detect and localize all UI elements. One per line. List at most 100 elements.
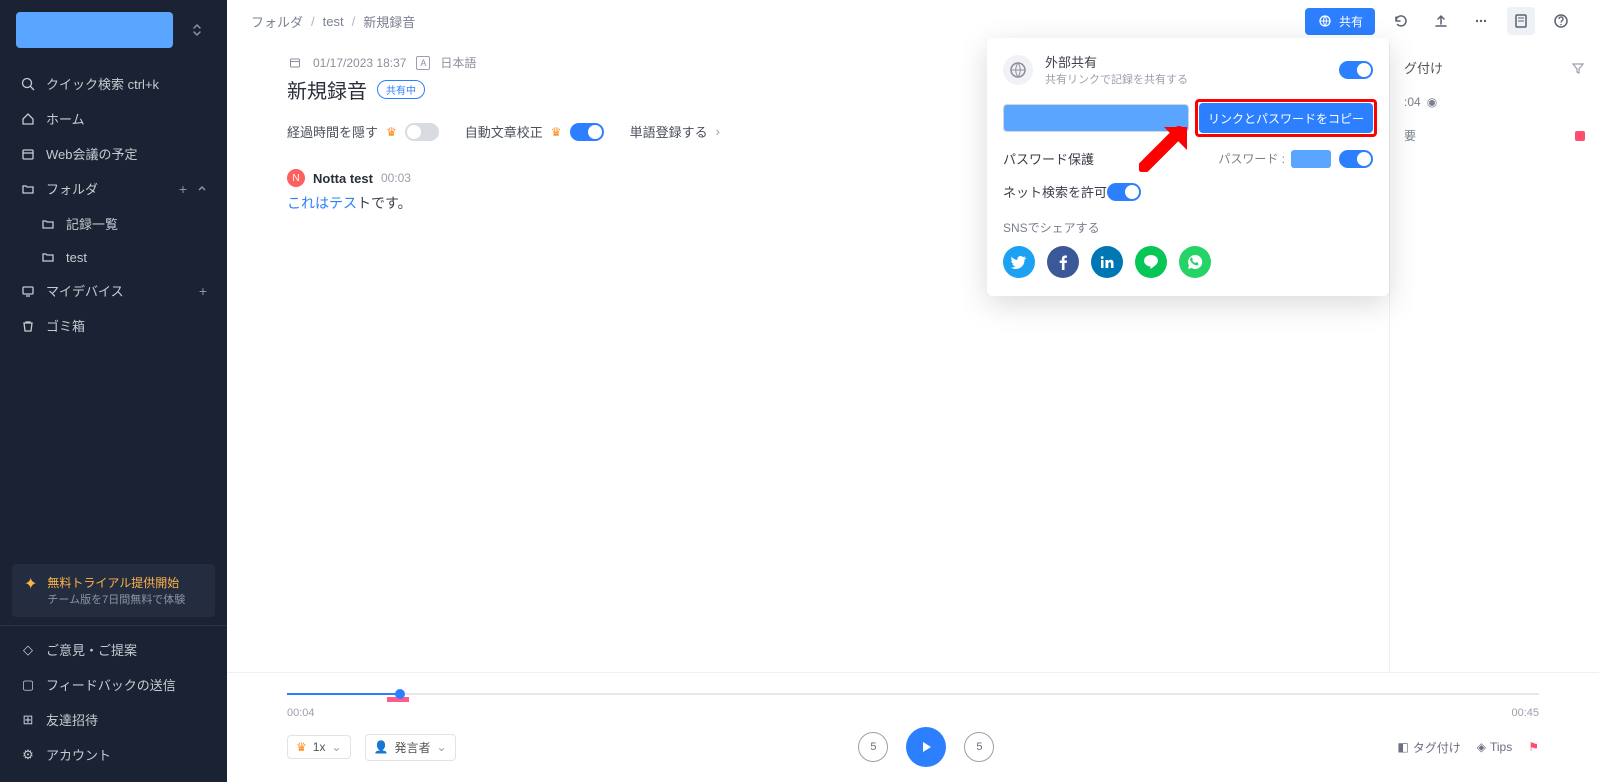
segment-time[interactable]: 00:03 (381, 171, 411, 185)
crumb-folder[interactable]: フォルダ (251, 12, 303, 31)
sidebar-item-meetings[interactable]: Web会議の予定 (8, 136, 219, 171)
help-icon[interactable] (1547, 7, 1575, 35)
password-value[interactable] (1291, 150, 1331, 168)
trash-label: ゴミ箱 (46, 316, 207, 335)
password-protect-label: パスワード保護 (1003, 149, 1094, 168)
external-share-sub: 共有リンクで記録を共有する (1045, 71, 1188, 87)
search-icon (20, 76, 36, 92)
sidebar-item-feedback[interactable]: ▢ フィードバックの送信 (8, 667, 219, 702)
share-linkedin-button[interactable] (1091, 246, 1123, 278)
datetime-text: 01/17/2023 18:37 (313, 56, 406, 70)
speed-button[interactable]: ♛ 1x ⌄ (287, 735, 351, 759)
more-icon[interactable] (1467, 7, 1495, 35)
time-current: 00:04 (287, 707, 315, 719)
globe-icon (1317, 13, 1333, 29)
share-button[interactable]: 共有 (1305, 8, 1375, 35)
toggle-external-share[interactable] (1339, 61, 1373, 79)
chevron-down-icon: ⌄ (331, 740, 341, 754)
notes-panel-icon[interactable] (1507, 7, 1535, 35)
toggle-hide-elapsed[interactable] (405, 123, 439, 141)
share-label: 共有 (1339, 13, 1363, 30)
toggle-allow-search[interactable] (1107, 183, 1141, 201)
sparkle-icon: ✦ (24, 574, 37, 607)
speaker-avatar[interactable]: N (287, 169, 305, 187)
flag-icon: ⚑ (1528, 740, 1539, 754)
workspace-switch-icon[interactable] (183, 12, 211, 48)
rewind-5-button[interactable]: 5 (858, 732, 888, 762)
sns-share-label: SNSでシェアする (1003, 219, 1373, 236)
invite-label: 友達招待 (46, 710, 207, 729)
add-folder-icon[interactable]: + (179, 181, 187, 197)
share-link-input[interactable] (1003, 104, 1189, 132)
breadcrumb: フォルダ / test / 新規録音 (251, 12, 415, 31)
sidebar: クイック検索 ctrl+k ホーム Web会議の予定 フォルダ + 記録一覧 t… (0, 0, 227, 782)
sidebar-item-test[interactable]: test (8, 241, 219, 273)
flag-button[interactable]: ⚑ (1528, 740, 1539, 754)
share-twitter-button[interactable] (1003, 246, 1035, 278)
lang-text[interactable]: 日本語 (440, 54, 476, 71)
filter-icon[interactable] (1571, 61, 1585, 75)
quick-search-item[interactable]: クイック検索 ctrl+k (8, 66, 219, 101)
person-icon: 👤 (374, 740, 389, 754)
records-label: 記録一覧 (66, 214, 207, 233)
folder-icon (40, 249, 56, 265)
speaker-filter-label: 発言者 (394, 739, 430, 756)
sidebar-item-account[interactable]: ⚙ アカウント (8, 737, 219, 772)
toggle-password-protect[interactable] (1339, 150, 1373, 168)
sidebar-item-mydevice[interactable]: マイデバイス + (8, 273, 219, 308)
page-title[interactable]: 新規録音 (287, 75, 367, 104)
tag-row[interactable]: :04 ◉ (1404, 95, 1585, 109)
crumb-sep: / (352, 14, 356, 29)
chevron-right-icon: › (716, 124, 720, 139)
globe-icon (1003, 55, 1033, 85)
share-line-button[interactable] (1135, 246, 1167, 278)
folder-icon (40, 216, 56, 232)
opt-auto-proof: 自動文章校正 ♛ (465, 122, 604, 141)
tag-icon: ◧ (1397, 740, 1408, 754)
eye-icon: ◉ (1427, 95, 1437, 109)
opt-auto-proof-label: 自動文章校正 (465, 122, 543, 141)
workspace-badge[interactable] (16, 12, 173, 48)
chevron-down-icon: ⌄ (436, 740, 446, 754)
bulb-icon: ◈ (1477, 740, 1486, 754)
seek-handle[interactable] (395, 689, 405, 699)
share-whatsapp-button[interactable] (1179, 246, 1211, 278)
collapse-icon[interactable] (197, 184, 207, 194)
sidebar-item-suggestion[interactable]: ◇ ご意見・ご提案 (8, 632, 219, 667)
topbar: フォルダ / test / 新規録音 共有 (227, 0, 1599, 42)
sidebar-item-folder[interactable]: フォルダ + (8, 171, 219, 206)
toggle-auto-proof[interactable] (570, 123, 604, 141)
calendar-small-icon (287, 55, 303, 71)
play-button[interactable] (906, 727, 946, 767)
export-icon[interactable] (1427, 7, 1455, 35)
copy-link-password-button[interactable]: リンクとパスワードをコピー (1199, 103, 1373, 133)
external-share-title: 外部共有 (1045, 52, 1188, 71)
sidebar-item-home[interactable]: ホーム (8, 101, 219, 136)
refresh-icon[interactable] (1387, 7, 1415, 35)
tag-button[interactable]: ◧タグ付け (1397, 739, 1460, 756)
tips-button[interactable]: ◈ Tips (1477, 740, 1512, 754)
trash-icon (20, 318, 36, 334)
speaker-filter-button[interactable]: 👤 発言者 ⌄ (365, 734, 456, 761)
folder-label: フォルダ (46, 179, 169, 198)
sidebar-item-records[interactable]: 記録一覧 (8, 206, 219, 241)
opt-word-register[interactable]: 単語登録する › (630, 122, 720, 141)
sidebar-item-invite[interactable]: ⊞ 友達招待 (8, 702, 219, 737)
password-field-label: パスワード : (1218, 150, 1285, 167)
segment-text-hl: これはテス (287, 195, 357, 211)
seek-track[interactable] (287, 683, 1539, 705)
tag-color-dot (1575, 131, 1585, 141)
add-device-icon[interactable]: + (199, 283, 207, 299)
forward-5-button[interactable]: 5 (964, 732, 994, 762)
sidebar-item-trash[interactable]: ゴミ箱 (8, 308, 219, 343)
tag-row-2[interactable]: 要 (1404, 127, 1585, 144)
crumb-test[interactable]: test (323, 14, 344, 29)
player-bar: 00:04 00:45 ♛ 1x ⌄ 👤 発言者 ⌄ 5 5 ◧タ (227, 672, 1599, 782)
tips-label: Tips (1490, 740, 1512, 754)
lang-icon: A (416, 56, 430, 70)
chat-icon: ▢ (20, 677, 36, 693)
lightbulb-icon: ◇ (20, 642, 36, 658)
trial-promo[interactable]: ✦ 無料トライアル提供開始 チーム版を7日間無料で体験 (12, 564, 215, 617)
share-facebook-button[interactable] (1047, 246, 1079, 278)
speaker-name[interactable]: Notta test (313, 171, 373, 186)
